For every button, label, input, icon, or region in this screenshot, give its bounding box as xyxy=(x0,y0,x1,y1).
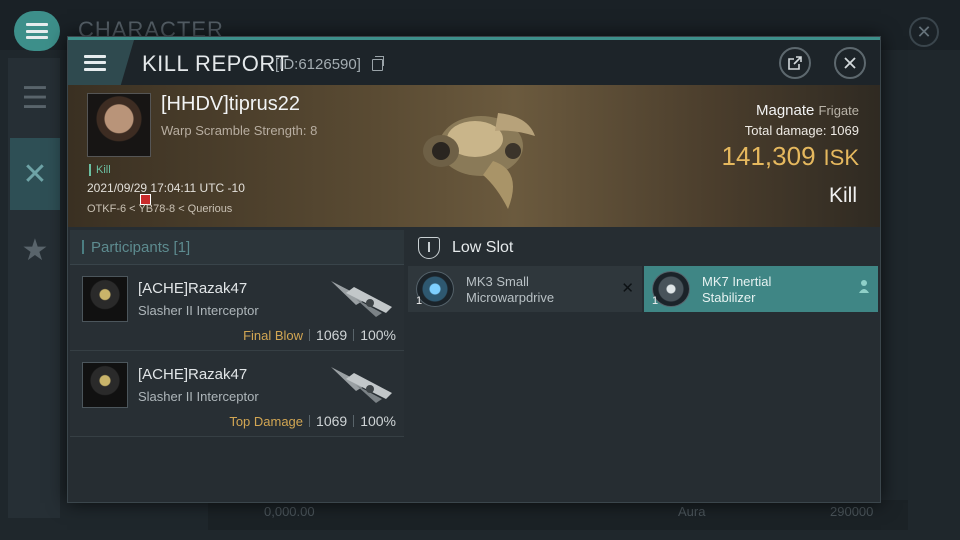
top-damage-tag: Top Damage xyxy=(229,413,304,429)
module-quantity: 1 xyxy=(416,295,423,307)
participant-percent: 100% xyxy=(360,327,396,343)
menu-icon xyxy=(84,54,106,71)
participant-name: [ACHE]Razak47 xyxy=(138,366,248,383)
module-name-line2: Microwarpdrive xyxy=(466,290,555,305)
participant-row[interactable]: [ACHE]Razak47 Slasher II Interceptor Fin… xyxy=(70,265,404,351)
total-damage: Total damage: 1069 xyxy=(745,123,859,138)
destroyed-mark-icon: ✕ xyxy=(621,280,634,297)
participant-damage: 1069 xyxy=(316,413,348,429)
module-name: MK7 Inertial Stabilizer xyxy=(702,274,771,306)
close-icon: ✕ xyxy=(916,21,932,42)
module-name: MK3 Small Microwarpdrive xyxy=(466,274,554,306)
participant-ship-image xyxy=(331,281,392,317)
background-bottom-bar: 0,000.00 Aura 290000 xyxy=(208,500,908,530)
report-id: [ID:6126590] xyxy=(275,56,361,73)
background-close-button[interactable]: ✕ xyxy=(909,17,939,47)
module-quantity: 1 xyxy=(652,295,659,307)
victim-header: [HHDV]tiprus22 Warp Scramble Strength: 8… xyxy=(68,85,880,227)
total-damage-value: 1069 xyxy=(830,123,859,138)
module-name-line1: MK7 Inertial xyxy=(702,274,772,289)
external-link-icon xyxy=(788,56,802,70)
participant-damage: 1069 xyxy=(316,327,348,343)
participant-avatar[interactable] xyxy=(82,362,128,408)
isk-unit: ISK xyxy=(823,145,859,170)
participant-name: [ACHE]Razak47 xyxy=(138,280,248,297)
sidebar-combat-icon[interactable]: ✕ xyxy=(10,138,60,210)
module-name-line2: Stabilizer xyxy=(702,290,756,305)
victim-ship-type[interactable]: Magnate Frigate xyxy=(756,102,859,119)
panel-titlebar: KILL REPORT [ID:6126590] xyxy=(68,40,880,85)
participants-header: Participants [1] xyxy=(70,230,404,265)
participant-row[interactable]: [ACHE]Razak47 Slasher II Interceptor Top… xyxy=(70,351,404,437)
participant-avatar[interactable] xyxy=(82,276,128,322)
participants-panel: Participants [1] [ACHE]Razak47 Slasher I… xyxy=(70,230,404,502)
share-button[interactable] xyxy=(779,47,811,79)
victim-portrait[interactable] xyxy=(87,93,151,157)
participant-ship-image xyxy=(331,367,392,403)
participants-title: Participants [1] xyxy=(91,238,191,256)
stats-divider xyxy=(309,329,311,341)
menu-icon xyxy=(26,23,48,39)
isk-value: 141,309 ISK xyxy=(722,141,859,172)
low-slot-icon xyxy=(418,236,440,259)
low-slot-header: Low Slot xyxy=(408,230,880,265)
dropped-person-icon xyxy=(859,280,869,293)
stats-divider xyxy=(309,415,311,427)
warp-scramble-strength: Warp Scramble Strength: 8 xyxy=(161,123,318,138)
fitting-panel: Low Slot 1 MK3 Small Microwarpdrive ✕ 1 … xyxy=(408,230,880,502)
module-name-line1: MK3 Small xyxy=(466,274,529,289)
victim-name[interactable]: [HHDV]tiprus22 xyxy=(161,93,300,116)
copy-icon[interactable] xyxy=(372,56,384,71)
kill-report-panel: KILL REPORT [ID:6126590] [HHDV]tiprus22 … xyxy=(67,36,881,503)
panel-menu-button[interactable] xyxy=(68,40,134,85)
background-bottom-b: 290000 xyxy=(830,504,874,519)
background-bottom-value: 0,000.00 xyxy=(264,504,315,519)
header-accent xyxy=(82,240,84,254)
total-damage-label: Total damage: xyxy=(744,123,827,138)
participant-percent: 100% xyxy=(360,413,396,429)
module-microwarpdrive[interactable]: 1 MK3 Small Microwarpdrive ✕ xyxy=(408,266,642,312)
participant-ship: Slasher II Interceptor xyxy=(138,303,259,318)
sidebar-menu-icon[interactable]: ☰ xyxy=(10,62,60,134)
kill-timestamp: 2021/09/29 17:04:11 UTC -10 xyxy=(87,181,245,195)
participant-ship: Slasher II Interceptor xyxy=(138,389,259,404)
stats-divider xyxy=(353,415,355,427)
kill-result: Kill xyxy=(828,184,857,207)
kill-location[interactable]: OTKF-6 < YB78-8 < Querious xyxy=(87,203,232,215)
panel-title: KILL REPORT xyxy=(142,51,290,76)
close-icon xyxy=(844,57,856,69)
participant-stats: Top Damage 1069 100% xyxy=(229,413,396,429)
kill-status-tag: Kill xyxy=(89,164,111,176)
module-inertial-stabilizer[interactable]: 1 MK7 Inertial Stabilizer xyxy=(644,266,878,312)
sidebar-star-icon[interactable]: ★ xyxy=(10,214,60,286)
victim-ship-image xyxy=(423,113,535,209)
ship-class: Frigate xyxy=(818,103,859,118)
background-bottom-a: Aura xyxy=(678,504,706,519)
final-blow-tag: Final Blow xyxy=(243,327,304,343)
ship-name: Magnate xyxy=(755,102,815,119)
background-menu-button[interactable] xyxy=(14,11,60,51)
stats-divider xyxy=(353,329,355,341)
participant-stats: Final Blow 1069 100% xyxy=(243,327,396,343)
close-button[interactable] xyxy=(834,47,866,79)
low-slot-label: Low Slot xyxy=(452,238,514,256)
isk-amount: 141,309 xyxy=(721,141,816,171)
